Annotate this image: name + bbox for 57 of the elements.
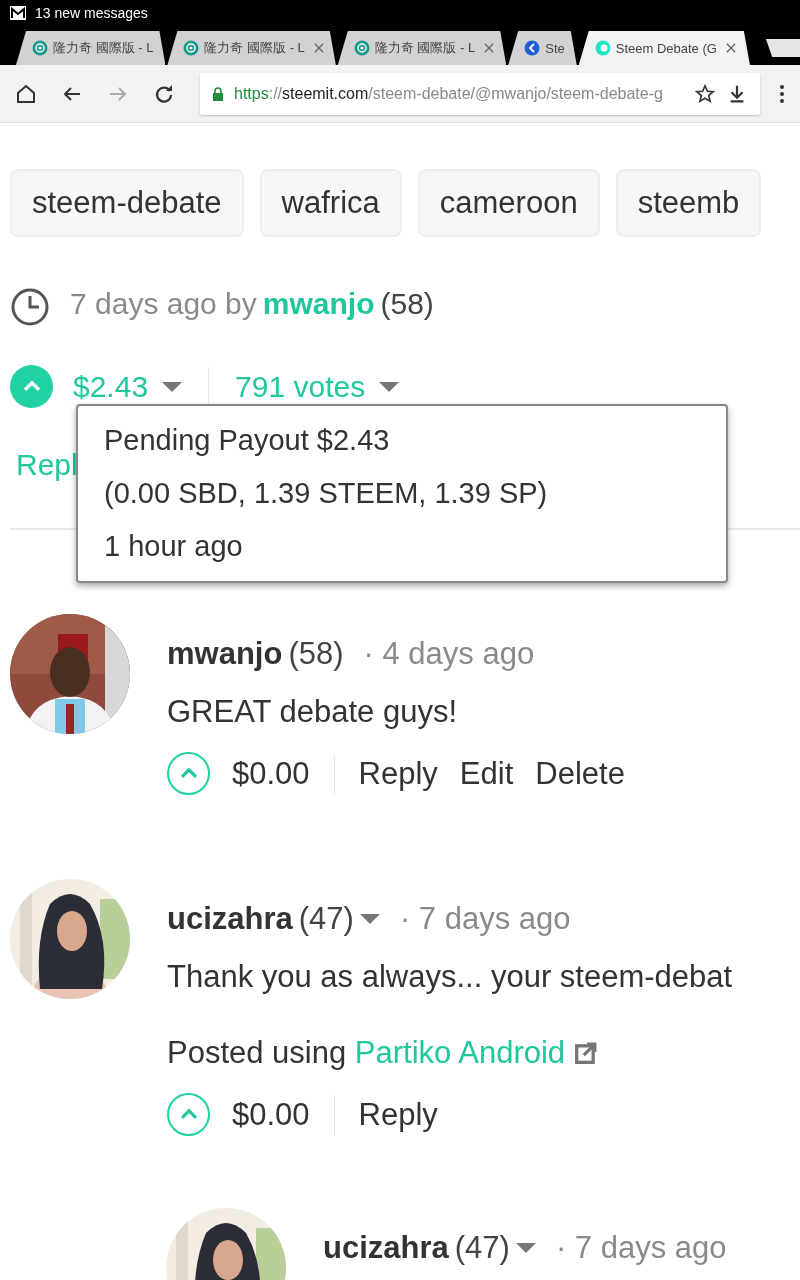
caret-icon[interactable] bbox=[359, 914, 380, 924]
site-icon bbox=[524, 40, 541, 56]
star-icon[interactable] bbox=[694, 82, 716, 105]
tag-link[interactable]: steem-debate bbox=[10, 169, 244, 237]
close-icon[interactable] bbox=[725, 43, 736, 53]
tag-link[interactable]: wafrica bbox=[259, 169, 402, 237]
comment-text: Posted using bbox=[167, 1035, 348, 1071]
comment-action-link[interactable]: Reply bbox=[358, 755, 438, 792]
comment-author[interactable]: ucizahra bbox=[323, 1230, 449, 1266]
clock-icon bbox=[10, 287, 50, 327]
tag-link[interactable]: steemb bbox=[615, 169, 762, 237]
external-link-icon bbox=[575, 1042, 598, 1064]
tab-title: 隆力奇 國際版 - L bbox=[204, 39, 305, 57]
caret-icon[interactable] bbox=[515, 1243, 536, 1253]
tab-title: 隆力奇 國際版 - L bbox=[374, 39, 476, 57]
caret-icon[interactable] bbox=[162, 381, 183, 392]
tooltip-line: Pending Payout $2.43 bbox=[104, 424, 391, 457]
tab-title: Steem Debate (G bbox=[615, 40, 717, 56]
browser-tab[interactable]: 隆力奇 國際版 - L bbox=[337, 31, 507, 65]
browser-tab[interactable]: Ste bbox=[508, 31, 577, 65]
comment-action-link[interactable]: Reply bbox=[358, 1096, 438, 1133]
tag-link[interactable]: cameroon bbox=[417, 169, 600, 237]
comment-text: GREAT debate guys! bbox=[167, 694, 459, 730]
notification-text: 13 new messages bbox=[35, 5, 148, 21]
comment-author[interactable]: mwanjo bbox=[167, 636, 283, 672]
reputation-score: (58) bbox=[288, 636, 344, 672]
browser-tab[interactable]: 隆力奇 國際版 - L bbox=[167, 31, 336, 65]
tooltip-line: 1 hour ago bbox=[104, 530, 244, 563]
comment-action-link[interactable]: Edit bbox=[459, 755, 514, 792]
comment-action-link[interactable]: Delete bbox=[535, 755, 625, 792]
address-bar[interactable]: https://steemit.com/steem-debate/@mwanjo/steem-debate-g bbox=[200, 72, 760, 115]
comment-time: · 7 days ago bbox=[555, 1230, 727, 1266]
reputation-score: (47) bbox=[454, 1230, 510, 1266]
globe-icon bbox=[353, 40, 370, 56]
tab-title: 隆力奇 國際版 - L bbox=[53, 39, 154, 57]
comment-time: · 4 days ago bbox=[363, 636, 535, 672]
payout-amount[interactable]: $0.00 bbox=[232, 755, 310, 792]
post-time: 7 days ago by bbox=[70, 287, 257, 321]
comment-text: Thank you as always... your steem-debat bbox=[167, 959, 733, 995]
caret-icon[interactable] bbox=[379, 381, 400, 392]
reputation-score: (58) bbox=[380, 287, 434, 321]
new-tab-button[interactable] bbox=[765, 39, 800, 57]
mail-icon bbox=[9, 5, 27, 21]
steem-icon bbox=[594, 40, 611, 56]
globe-icon bbox=[183, 40, 200, 56]
reputation-score: (47) bbox=[298, 901, 354, 937]
comment-time: · 7 days ago bbox=[399, 901, 571, 937]
close-icon[interactable] bbox=[313, 43, 324, 53]
payout-amount[interactable]: $0.00 bbox=[232, 1096, 310, 1133]
comment-author[interactable]: ucizahra bbox=[167, 901, 293, 937]
browser-tab[interactable]: Steem Debate (G bbox=[578, 31, 750, 65]
browser-tab[interactable]: 隆力奇 國際版 - L bbox=[16, 31, 166, 65]
url-text: https://steemit.com/steem-debate/@mwanjo/steem-debate-g bbox=[234, 84, 664, 103]
tab-title: Ste bbox=[545, 40, 565, 56]
close-icon[interactable] bbox=[484, 43, 495, 53]
globe-icon bbox=[32, 40, 48, 56]
tooltip-line: (0.00 SBD, 1.39 STEEM, 1.39 SP) bbox=[104, 477, 549, 510]
